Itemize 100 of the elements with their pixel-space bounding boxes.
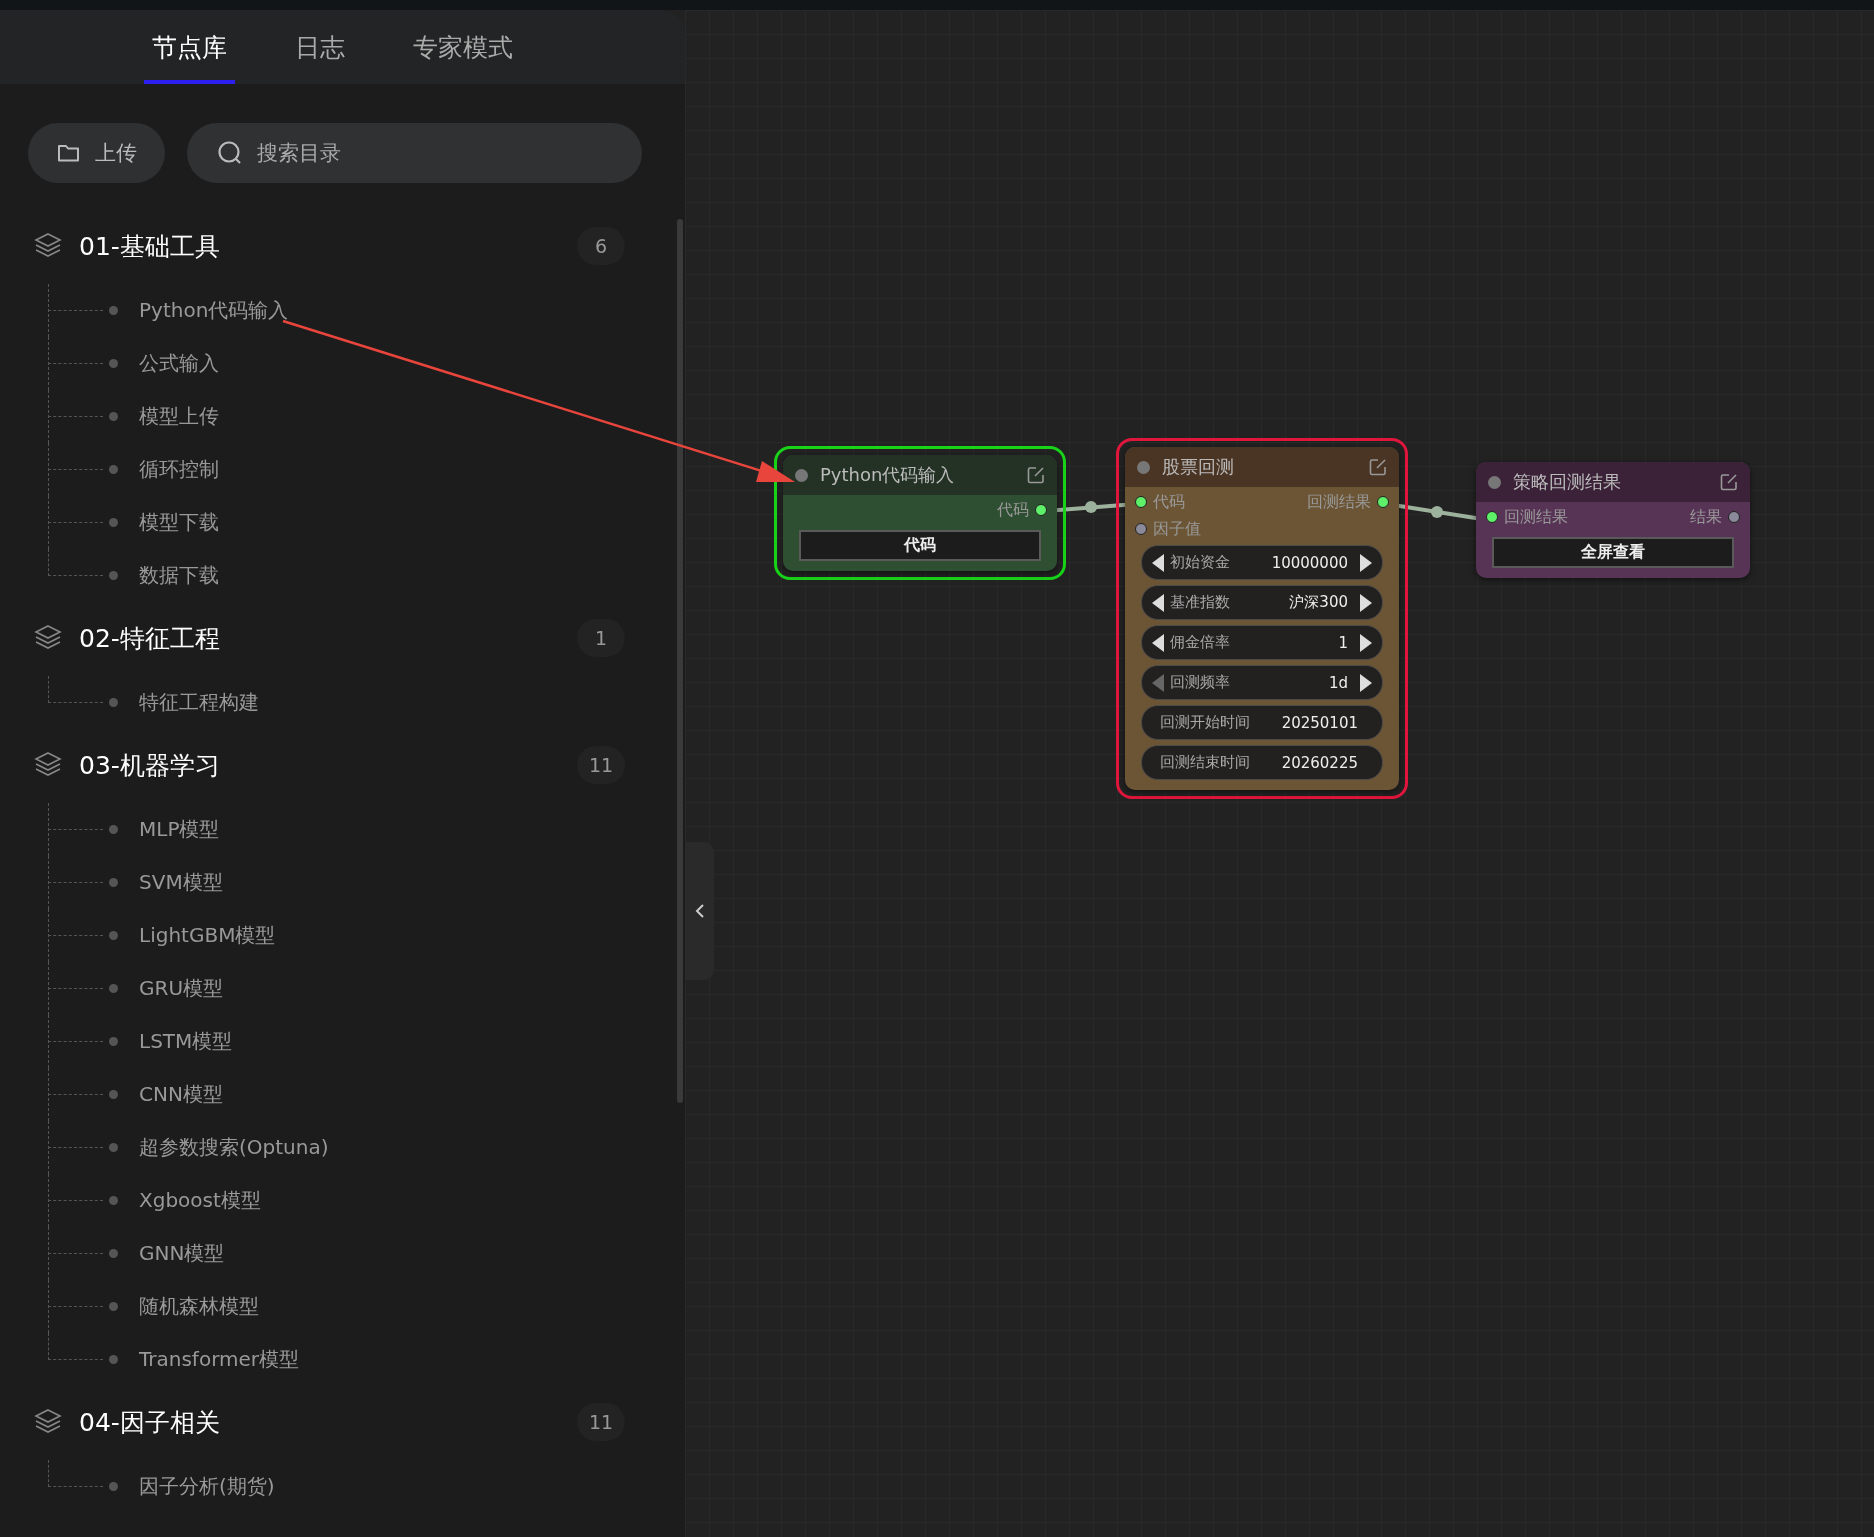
tree-item[interactable]: CNN模型 bbox=[139, 1081, 223, 1108]
node-title: 策略回测结果 bbox=[1513, 470, 1621, 494]
left-arrow-icon[interactable] bbox=[1152, 553, 1164, 572]
socket-label: 代码 bbox=[1153, 491, 1185, 513]
tree-item[interactable]: MLP模型 bbox=[139, 816, 220, 843]
node-canvas[interactable]: Python代码输入 代码 代码 股票回测 代码 回测结果 因子值 初始资金 10000000 基准指数 沪深300 佣金倍率 1 回测频率 1d 回测开始时间 20250101 回测结束时间 20260225 策略回测结果 回测结果 结果 全屏查看 bbox=[685, 10, 1874, 1537]
number-widget[interactable]: 初始资金 10000000 bbox=[1141, 545, 1383, 580]
widget-label: 基准指数 bbox=[1170, 593, 1230, 612]
right-arrow-icon[interactable] bbox=[1360, 553, 1372, 572]
output-socket-icon[interactable] bbox=[1728, 511, 1740, 523]
left-arrow-icon[interactable] bbox=[1152, 593, 1164, 612]
bullet-icon bbox=[109, 931, 118, 940]
socket-label: 代码 bbox=[997, 499, 1029, 521]
tree-item[interactable]: 因子分析(期货) bbox=[139, 1473, 275, 1500]
tree-item[interactable]: 模型上传 bbox=[139, 403, 219, 430]
input-socket-icon[interactable] bbox=[1135, 496, 1147, 508]
group-title[interactable]: 03-机器学习 bbox=[79, 748, 220, 782]
right-arrow-icon[interactable] bbox=[1360, 633, 1372, 652]
tree-item[interactable]: Transformer模型 bbox=[139, 1346, 299, 1373]
bullet-icon bbox=[109, 878, 118, 887]
right-arrow-icon[interactable] bbox=[1360, 673, 1372, 692]
left-arrow-icon[interactable] bbox=[1152, 633, 1164, 652]
input-socket-icon[interactable] bbox=[1486, 511, 1498, 523]
edit-icon[interactable] bbox=[1369, 458, 1387, 476]
widget-label: 初始资金 bbox=[1170, 553, 1230, 572]
group-title[interactable]: 01-基础工具 bbox=[79, 229, 220, 263]
bullet-icon bbox=[109, 1037, 118, 1046]
bullet-icon bbox=[109, 1355, 118, 1364]
tree-item[interactable]: GRU模型 bbox=[139, 975, 224, 1002]
bullet-icon bbox=[109, 518, 118, 527]
group-title[interactable]: 04-因子相关 bbox=[79, 1405, 220, 1439]
output-socket-icon[interactable] bbox=[1035, 504, 1047, 516]
folder-icon bbox=[56, 143, 81, 163]
bullet-icon bbox=[109, 412, 118, 421]
tree-item[interactable]: 随机森林模型 bbox=[139, 1293, 259, 1320]
widget-value: 1d bbox=[1328, 673, 1348, 692]
bullet-icon bbox=[109, 1143, 118, 1152]
edit-icon[interactable] bbox=[1720, 473, 1738, 491]
tree-item[interactable]: 模型下载 bbox=[139, 509, 219, 536]
number-widget[interactable]: 基准指数 沪深300 bbox=[1141, 585, 1383, 620]
bullet-icon bbox=[109, 1482, 118, 1491]
bullet-icon bbox=[109, 825, 118, 834]
group-title[interactable]: 02-特征工程 bbox=[79, 621, 220, 655]
node-title: 股票回测 bbox=[1162, 455, 1234, 479]
socket-label: 结果 bbox=[1690, 506, 1722, 528]
chevron-left-icon bbox=[694, 904, 705, 918]
graph-node[interactable]: 股票回测 代码 回测结果 因子值 初始资金 10000000 基准指数 沪深300 佣金倍率 1 回测频率 1d 回测开始时间 20250101 回测结束时间 20260225 bbox=[1125, 447, 1399, 790]
socket-label: 回测结果 bbox=[1307, 491, 1371, 513]
tree-item[interactable]: 公式输入 bbox=[139, 350, 219, 377]
graph-node[interactable]: 策略回测结果 回测结果 结果 全屏查看 bbox=[1476, 462, 1750, 578]
widget-label: 佣金倍率 bbox=[1170, 633, 1230, 652]
tab[interactable]: 节点库 bbox=[144, 10, 235, 84]
number-widget[interactable]: 佣金倍率 1 bbox=[1141, 625, 1383, 660]
bullet-icon bbox=[109, 1090, 118, 1099]
widget-value: 1 bbox=[1338, 633, 1348, 652]
status-dot-icon bbox=[1137, 460, 1150, 474]
tree-item[interactable]: 特征工程构建 bbox=[139, 689, 259, 716]
tree-item[interactable]: LightGBM模型 bbox=[139, 922, 276, 949]
bullet-icon bbox=[109, 465, 118, 474]
right-arrow-icon[interactable] bbox=[1360, 593, 1372, 612]
text-widget[interactable]: 回测结束时间 20260225 bbox=[1141, 745, 1383, 780]
input-socket-icon[interactable] bbox=[1135, 523, 1147, 535]
graph-node[interactable]: Python代码输入 代码 代码 bbox=[783, 455, 1057, 571]
search-icon bbox=[217, 140, 243, 166]
tree-item[interactable]: 循环控制 bbox=[139, 456, 219, 483]
search-field[interactable]: 搜索目录 bbox=[187, 123, 642, 183]
node-button[interactable]: 全屏查看 bbox=[1492, 537, 1734, 568]
tree-item[interactable]: Xgboost模型 bbox=[139, 1187, 261, 1214]
widget-value: 沪深300 bbox=[1289, 593, 1348, 612]
number-widget[interactable]: 回测频率 1d bbox=[1141, 665, 1383, 700]
node-button[interactable]: 代码 bbox=[799, 530, 1041, 561]
widget-value: 10000000 bbox=[1271, 553, 1348, 572]
count-badge: 6 bbox=[577, 227, 625, 265]
tree-item[interactable]: SVM模型 bbox=[139, 869, 223, 896]
widget-label: 回测结束时间 bbox=[1160, 753, 1250, 772]
output-socket-icon[interactable] bbox=[1377, 496, 1389, 508]
tree-item[interactable]: Python代码输入 bbox=[139, 297, 289, 324]
bullet-icon bbox=[109, 359, 118, 368]
tree-item[interactable]: LSTM模型 bbox=[139, 1028, 233, 1055]
widget-value: 20260225 bbox=[1281, 753, 1358, 772]
bullet-icon bbox=[109, 306, 118, 315]
upload-button[interactable]: 上传 bbox=[28, 123, 165, 183]
socket-label: 因子值 bbox=[1153, 518, 1201, 540]
bullet-icon bbox=[109, 698, 118, 707]
tab[interactable]: 日志 bbox=[287, 10, 353, 84]
tree-item[interactable]: GNN模型 bbox=[139, 1240, 225, 1267]
tree-item[interactable]: 数据下载 bbox=[139, 562, 219, 589]
widget-label: 回测频率 bbox=[1170, 673, 1230, 692]
node-title: Python代码输入 bbox=[820, 463, 955, 487]
tree-item[interactable]: 超参数搜索(Optuna) bbox=[139, 1134, 329, 1161]
bullet-icon bbox=[109, 984, 118, 993]
count-badge: 11 bbox=[577, 1403, 625, 1441]
collapse-handle[interactable] bbox=[685, 842, 714, 980]
count-badge: 1 bbox=[577, 619, 625, 657]
widget-label: 回测开始时间 bbox=[1160, 713, 1250, 732]
bullet-icon bbox=[109, 571, 118, 580]
text-widget[interactable]: 回测开始时间 20250101 bbox=[1141, 705, 1383, 740]
scrollbar[interactable] bbox=[677, 219, 683, 1103]
tab[interactable]: 专家模式 bbox=[405, 10, 521, 84]
edit-icon[interactable] bbox=[1027, 466, 1045, 484]
